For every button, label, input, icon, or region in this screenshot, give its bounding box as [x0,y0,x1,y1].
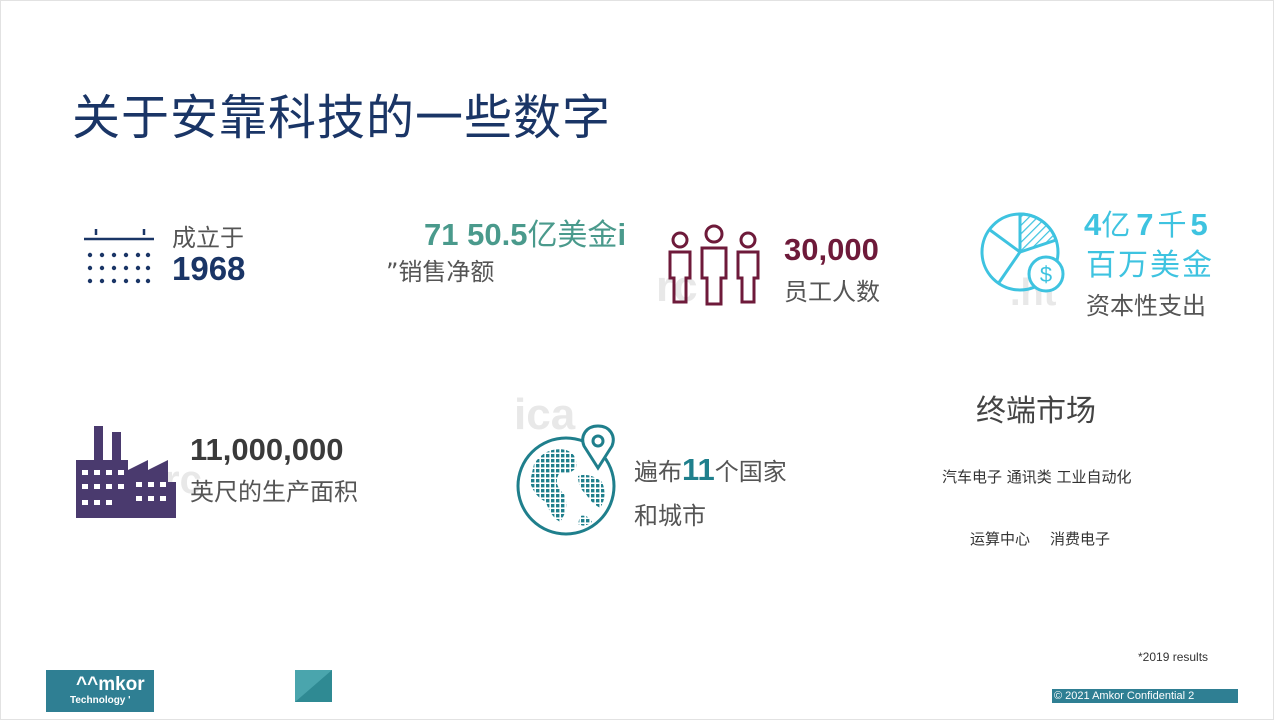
amkor-logo: ^^mkor Technology ' [46,670,154,712]
capex-value-line: 4亿 7 千 5 [1084,202,1208,244]
sales-value: 71 50.5 [424,217,528,252]
capex-unit-line: 百万美金 [1086,248,1214,283]
global-count: 11 [682,452,715,487]
global-suffix: 个国家 [714,458,787,486]
people-icon [664,224,764,308]
markets-row-2b: 消费电子 [1050,530,1111,548]
logo-sub: Technology ' [70,695,131,706]
founded-year: 1968 [172,250,246,287]
calendar-icon [82,225,158,289]
capex-label: 资本性支出 [1086,292,1206,320]
footnote: *2019 results [1138,650,1209,664]
global-line-1: 遍布11个国家 [634,452,787,488]
global-line-2: 和城市 [634,502,706,530]
global-prefix: 遍布 [634,458,682,486]
globe-pin-icon [516,424,620,540]
pie-chart-dollar-icon: $ [978,208,1078,306]
decorative-square [295,670,332,702]
markets-row-1: 汽车电子 通讯类 工业自动化 [942,468,1132,486]
markets-row-2a: 运算中心 [970,530,1031,548]
svg-text:$: $ [1040,262,1052,287]
copyright-text: © 2021 Amkor Confidential 2 [1054,690,1195,702]
employees-label: 员工人数 [784,278,880,306]
capex-unit-1: 亿 [1101,208,1131,242]
copyright-bar: © 2021 Amkor Confidential 2 [1052,689,1238,703]
capex-num-2: 7 [1136,207,1154,242]
logo-name: ^^mkor [76,674,145,695]
sales-label: ”销售净额 [386,258,495,286]
employees-value: 30,000 [784,232,879,267]
sales-value-line: 71 50.5亿美金i [424,210,626,254]
page-title: 关于安靠科技的一些数字 [72,90,612,146]
area-value: 11,000,000 [190,432,344,467]
markets-heading: 终端市场 [976,394,1096,429]
area-label: 英尺的生产面积 [190,478,358,506]
capex-num-1: 4 [1084,207,1102,242]
sales-unit: 亿美金 [527,218,618,253]
sales-tail: i [617,217,627,252]
factory-icon [74,424,178,520]
capex-unit-2: 千 [1157,208,1187,242]
founded-label: 成立于 [172,224,244,252]
capex-num-3: 5 [1190,207,1208,242]
